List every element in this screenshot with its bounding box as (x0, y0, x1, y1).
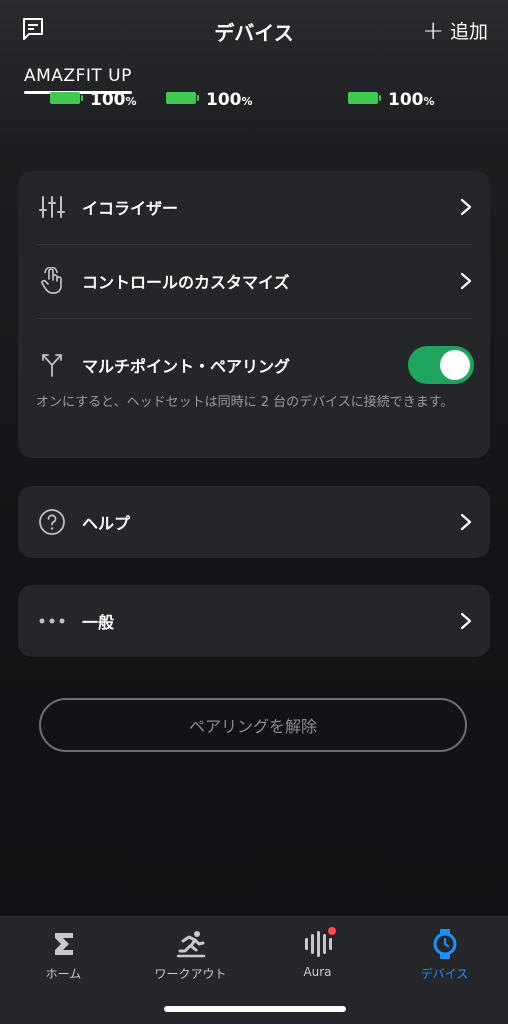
question-icon (38, 508, 66, 536)
battery-case: 100% (348, 92, 435, 110)
nav-home-label: ホーム (45, 967, 82, 981)
unpair-button[interactable]: ペアリングを解除 (39, 698, 467, 752)
watch-icon (429, 929, 461, 959)
chevron-right-icon (460, 198, 472, 216)
nav-aura[interactable]: Aura (254, 927, 381, 979)
nav-aura-label: Aura (303, 965, 332, 979)
aura-icon (302, 927, 336, 959)
battery-value: 100 (206, 90, 242, 110)
add-device-button[interactable]: + 追加 (422, 17, 488, 44)
header: デバイス + 追加 (0, 0, 508, 60)
multipoint-label: マルチポイント・ペアリング (82, 357, 291, 376)
multipoint-icon (38, 351, 66, 379)
help-card[interactable]: ヘルプ (18, 486, 490, 558)
divider (36, 318, 472, 319)
home-indicator (164, 1006, 346, 1012)
nav-device[interactable]: デバイス (381, 929, 508, 982)
nav-device-label: デバイス (420, 967, 469, 981)
multipoint-toggle[interactable] (408, 346, 474, 384)
nav-home[interactable]: ホーム (0, 929, 127, 982)
add-label: 追加 (449, 21, 488, 43)
device-tab[interactable]: AMAZFIT UP (24, 66, 132, 86)
battery-value: 100 (388, 90, 424, 110)
multipoint-row: マルチポイント・ペアリング (18, 329, 490, 401)
controls-row[interactable]: コントロールのカスタマイズ (18, 245, 490, 317)
general-card[interactable]: 一般 (18, 585, 490, 657)
chevron-right-icon (460, 272, 472, 290)
battery-icon (166, 92, 199, 104)
nav-workout[interactable]: ワークアウト (127, 929, 254, 982)
help-label: ヘルプ (82, 514, 131, 533)
chevron-right-icon (460, 612, 472, 630)
battery-icon (348, 92, 381, 104)
battery-value: 100 (90, 90, 126, 110)
general-label: 一般 (82, 613, 115, 632)
more-dots-icon (38, 607, 66, 635)
settings-card: イコライザー コントロールのカスタマイズ マルチポイント・ペアリング オンにする… (18, 171, 490, 458)
plus-icon: + (422, 15, 444, 46)
device-screen: デバイス + 追加 AMAZFIT UP 100% 100% 100% イコライ… (0, 0, 508, 1024)
equalizer-icon (38, 193, 66, 221)
battery-left: 100% (50, 92, 137, 110)
runner-icon (175, 929, 207, 959)
controls-label: コントロールのカスタマイズ (82, 273, 290, 292)
equalizer-row[interactable]: イコライザー (18, 171, 490, 243)
nav-workout-label: ワークアウト (154, 967, 227, 981)
toggle-knob (440, 350, 470, 380)
touch-gesture-icon (38, 267, 66, 295)
chevron-right-icon (460, 513, 472, 531)
sigma-icon (48, 929, 80, 959)
battery-right: 100% (166, 92, 253, 110)
battery-icon (50, 92, 83, 104)
equalizer-label: イコライザー (82, 199, 179, 218)
multipoint-description: オンにすると、ヘッドセットは同時に 2 台のデバイスに接続できます。 (36, 395, 454, 410)
notification-badge (327, 927, 336, 935)
